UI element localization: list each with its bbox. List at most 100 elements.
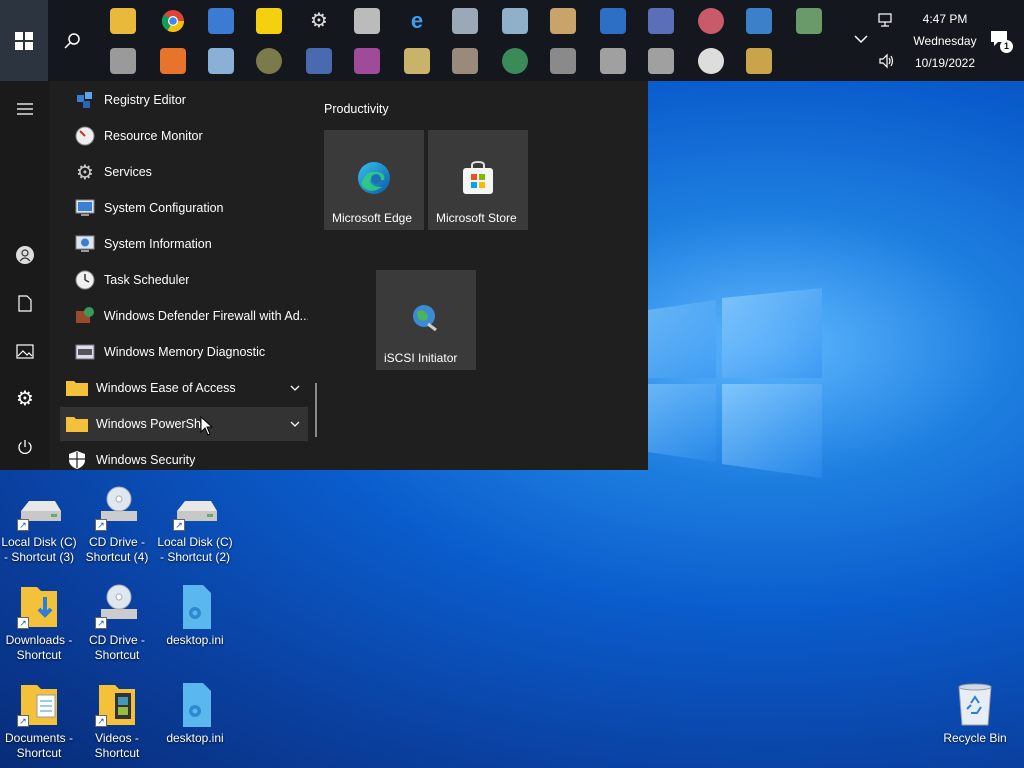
compass-icon[interactable] [698,48,724,74]
registry-icon [72,87,98,113]
clock-day[interactable]: Wednesday [902,34,988,48]
media-player-icon[interactable] [160,48,186,74]
hamburger-icon [17,103,33,115]
folder-windows-powershell[interactable]: Windows PowerShell [60,407,308,441]
start-button[interactable] [0,0,48,81]
start-menu: ⚙ Registry Editor Resource Monitor ⚙ Ser… [0,81,648,470]
tile-iscsi-initiator[interactable]: iSCSI Initiator [376,270,476,370]
tools-icon[interactable] [746,48,772,74]
tile-label: iSCSI Initiator [384,351,458,365]
tile-microsoft-store[interactable]: Microsoft Store [428,130,528,230]
network-status-icon[interactable] [878,12,896,28]
picture-icon [16,343,34,359]
search-button[interactable] [48,0,96,81]
sticky-notes-icon[interactable] [256,8,282,34]
tag-icon[interactable] [354,8,380,34]
app-resource-monitor[interactable]: Resource Monitor [60,119,308,153]
volume-icon[interactable] [878,53,896,69]
chrome-icon[interactable] [160,8,186,34]
tablet-icon[interactable] [502,8,528,34]
notification-count-badge: 1 [1000,40,1013,53]
globe-icon[interactable] [502,48,528,74]
store-icon [463,160,493,194]
gear-icon: ⚙ [16,388,34,410]
app-list: Registry Editor Resource Monitor ⚙ Servi… [50,81,320,470]
drive2-icon[interactable] [648,48,674,74]
mouse-cursor-icon [200,416,214,436]
media-icon[interactable] [208,8,234,34]
pen-icon[interactable] [452,8,478,34]
desktop-icon-desktop-ini-2[interactable]: desktop.ini [157,681,233,746]
desktop-icon-local-disk-shortcut-2[interactable]: ↗ Local Disk (C) - Shortcut (2) [157,485,233,565]
tower-icon[interactable] [452,48,478,74]
server-icon[interactable] [550,48,576,74]
recycle-bin-icon [951,681,999,729]
app-system-configuration[interactable]: System Configuration [60,191,308,225]
desktop-icon-cd-drive-shortcut[interactable]: ↗ CD Drive - Shortcut [79,583,155,663]
action-center-button[interactable]: 1 [990,30,1013,53]
firewall-icon [72,303,98,329]
desktop-icon-cd-drive-shortcut-4[interactable]: ↗ CD Drive - Shortcut (4) [79,485,155,565]
printer-icon[interactable] [110,48,136,74]
desktop-icon-recycle-bin[interactable]: Recycle Bin [937,681,1013,746]
documents-button[interactable] [0,283,50,323]
wallpaper-windows-logo [648,288,822,478]
syscfg-icon [72,195,98,221]
expand-menu-button[interactable] [0,89,50,129]
network-icon[interactable] [746,8,772,34]
folder-icon[interactable] [110,8,136,34]
drive-icon[interactable] [600,48,626,74]
desktop-icon-desktop-ini-1[interactable]: desktop.ini [157,583,233,648]
app-services[interactable]: ⚙ Services [60,155,308,189]
taskbar: ⚙ e 4:47 PM Wednesday 10/19/2022 1 [0,0,1024,81]
paint-icon[interactable] [550,8,576,34]
document-icon [18,294,32,312]
computer-management-icon[interactable] [648,8,674,34]
app-list-scrollbar[interactable] [315,383,317,437]
quick-launch-icons: ⚙ e [104,4,834,80]
desktop-icon-downloads-shortcut[interactable]: ↗ Downloads - Shortcut [1,583,77,663]
settings-file-icon [171,583,219,631]
user-account-button[interactable] [0,235,50,275]
memory-icon [72,339,98,365]
app-system-information[interactable]: System Information [60,227,308,261]
app-windows-defender-firewall[interactable]: Windows Defender Firewall with Ad... [60,299,308,333]
settings-button[interactable]: ⚙ [0,379,50,419]
app-task-scheduler[interactable]: Task Scheduler [60,263,308,297]
tile-microsoft-edge[interactable]: Microsoft Edge [324,130,424,230]
picture-icon[interactable] [208,48,234,74]
control-panel-icon[interactable] [796,8,822,34]
tile-group-title[interactable]: Productivity [324,102,389,116]
folder-windows-ease-of-access[interactable]: Windows Ease of Access [60,371,308,405]
pictures-button[interactable] [0,331,50,371]
cassette-icon[interactable] [404,48,430,74]
pc-icon[interactable] [306,48,332,74]
chevron-down-icon [290,385,300,391]
downloads-folder-icon: ↗ [15,583,63,631]
clock-date[interactable]: 10/19/2022 [902,56,988,70]
app-windows-security[interactable]: Windows Security [60,443,308,470]
settings-icon[interactable]: ⚙ [306,8,332,34]
videos-folder-icon: ↗ [93,681,141,729]
disk-icon[interactable] [256,48,282,74]
cd-drive-icon: ↗ [93,485,141,533]
gears-icon: ⚙ [76,161,94,184]
app-windows-memory-diagnostic[interactable]: Windows Memory Diagnostic [60,335,308,369]
app-registry-editor[interactable]: Registry Editor [60,83,308,117]
tiles-area: Productivity Microsoft Edge Microsoft St… [320,81,648,470]
show-hidden-icons-chevron-icon[interactable] [852,30,870,48]
documents-folder-icon: ↗ [15,681,63,729]
remote-desktop-icon[interactable] [600,8,626,34]
power-icon [18,440,32,454]
ie-icon[interactable]: e [404,8,430,34]
gauge-icon [72,123,98,149]
package-icon[interactable] [354,48,380,74]
cloud-icon[interactable] [698,8,724,34]
start-rail: ⚙ [0,81,50,470]
desktop-icon-videos-shortcut[interactable]: ↗ Videos - Shortcut [79,681,155,761]
desktop-icon-local-disk-shortcut-3[interactable]: ↗ Local Disk (C) - Shortcut (3) [1,485,77,565]
clock-time[interactable]: 4:47 PM [902,12,988,26]
desktop-icon-documents-shortcut[interactable]: ↗ Documents - Shortcut [1,681,77,761]
edge-icon [358,162,390,194]
power-button[interactable] [0,427,50,467]
